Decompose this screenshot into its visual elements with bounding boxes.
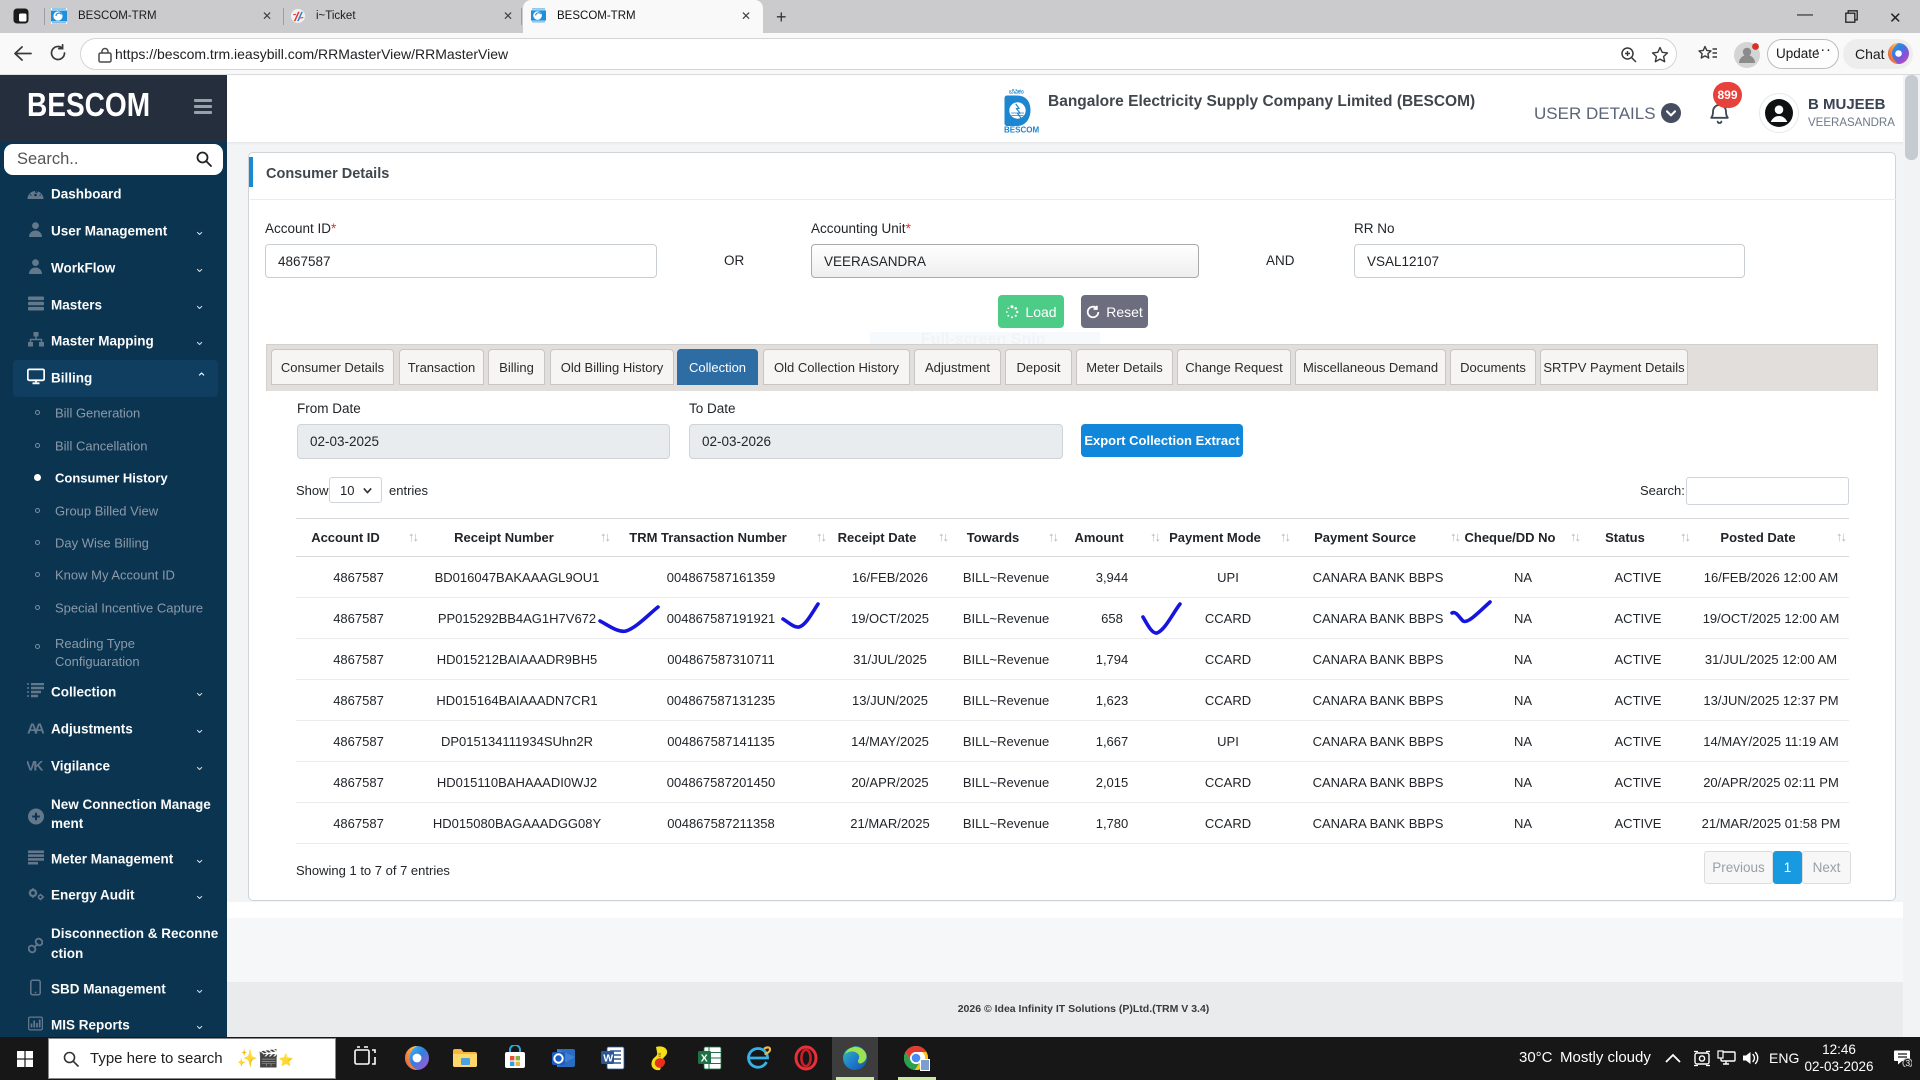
svg-text:ಕ: ಕ xyxy=(658,1052,661,1059)
svg-text:3: 3 xyxy=(1905,1058,1910,1067)
svg-text:X: X xyxy=(701,1052,708,1064)
svg-text:W: W xyxy=(603,1052,613,1064)
